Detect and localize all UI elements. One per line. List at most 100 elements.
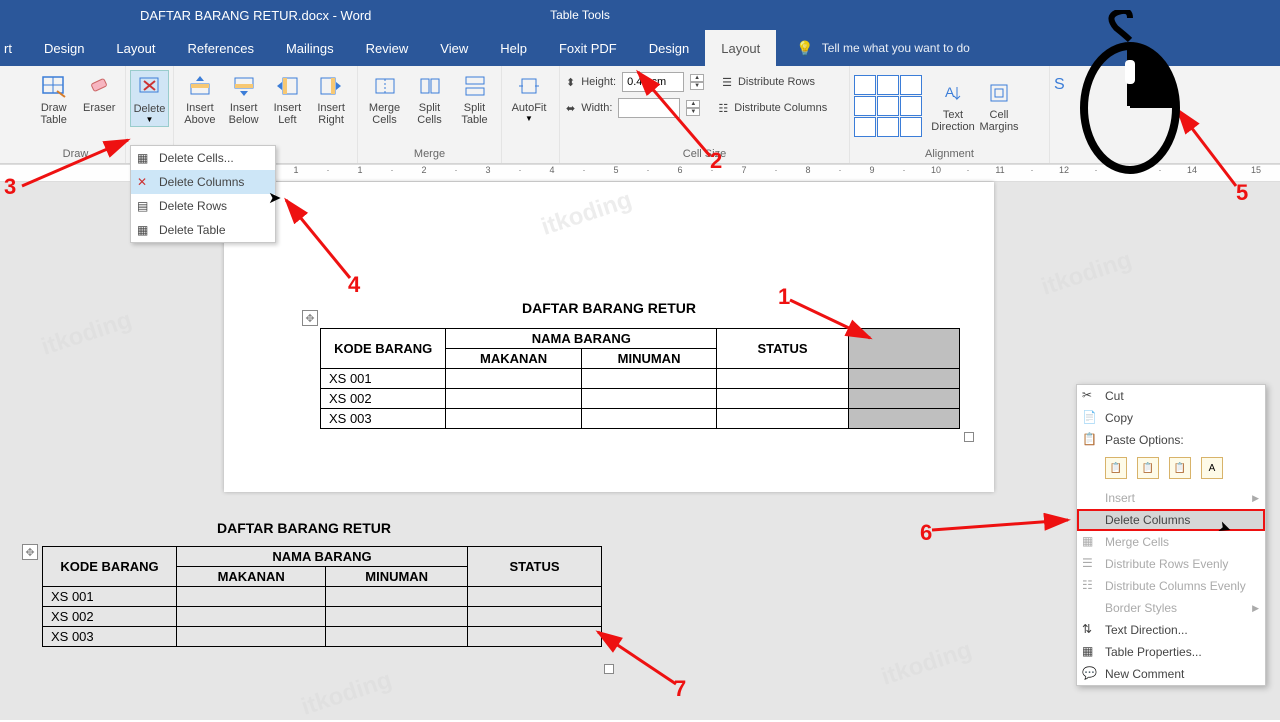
- context-menu: ✂Cut 📄Copy 📋Paste Options: 📋 📋 📋 A Inser…: [1076, 384, 1266, 686]
- document-title: DAFTAR BARANG RETUR.docx - Word: [140, 8, 371, 23]
- table-row: XS 003: [43, 627, 602, 647]
- delete-rows-icon: ▤: [137, 199, 151, 213]
- table2-move-handle[interactable]: ✥: [22, 544, 38, 560]
- table-row: XS 001: [321, 369, 960, 389]
- text-direction-button[interactable]: AText Direction: [930, 77, 976, 135]
- merge-cells-icon: [371, 72, 399, 100]
- delete-cells-icon: ▦: [137, 151, 151, 165]
- table-row: KODE BARANG NAMA BARANG STATUS: [43, 547, 602, 567]
- table-row: XS 002: [321, 389, 960, 409]
- context-copy[interactable]: 📄Copy: [1077, 407, 1265, 429]
- table-resize-handle[interactable]: [964, 432, 974, 442]
- alignment-grid[interactable]: [854, 75, 922, 137]
- header-nama[interactable]: NAMA BARANG: [446, 329, 717, 349]
- width-label: Width:: [581, 102, 612, 114]
- context-text-direction[interactable]: ⇅Text Direction...: [1077, 619, 1265, 641]
- delete-cells-item[interactable]: ▦Delete Cells...: [131, 146, 275, 170]
- table-props-icon: ▦: [1082, 644, 1098, 660]
- header-minuman[interactable]: MINUMAN: [581, 349, 716, 369]
- table-row: XS 002: [43, 607, 602, 627]
- context-insert[interactable]: Insert▶: [1077, 487, 1265, 509]
- paste-merge[interactable]: 📋: [1137, 457, 1159, 479]
- width-spinner[interactable]: ▲▼: [686, 100, 700, 116]
- tab-references[interactable]: References: [171, 30, 269, 66]
- cut-icon: ✂: [1082, 388, 1098, 404]
- tab-design[interactable]: Design: [28, 30, 100, 66]
- draw-table-button[interactable]: Draw Table: [30, 70, 77, 128]
- draw-table-icon: [40, 72, 68, 100]
- doc-heading-1: DAFTAR BARANG RETUR: [224, 300, 994, 316]
- annotation-7: 7: [674, 676, 686, 702]
- svg-text:A: A: [945, 84, 955, 100]
- table-row: XS 003: [321, 409, 960, 429]
- context-border-styles[interactable]: Border Styles▶: [1077, 597, 1265, 619]
- delete-table-icon: ▦: [137, 223, 151, 237]
- height-icon: ⬍: [566, 76, 575, 89]
- autofit-button[interactable]: AutoFit▼: [506, 70, 552, 125]
- distribute-rows-button[interactable]: Distribute Rows: [738, 76, 815, 88]
- tab-foxit[interactable]: Foxit PDF: [543, 30, 633, 66]
- insert-right-button[interactable]: Insert Right: [309, 70, 353, 128]
- insert-below-button[interactable]: Insert Below: [222, 70, 266, 128]
- split-cells-button[interactable]: Split Cells: [407, 70, 452, 128]
- delete-table-item[interactable]: ▦Delete Table: [131, 218, 275, 242]
- delete-columns-item[interactable]: ✕Delete Columns: [131, 170, 275, 194]
- result-area: DAFTAR BARANG RETUR ✥ KODE BARANG NAMA B…: [24, 520, 602, 647]
- context-table-properties[interactable]: ▦Table Properties...: [1077, 641, 1265, 663]
- context-dist-rows[interactable]: ☰Distribute Rows Evenly: [1077, 553, 1265, 575]
- tab-help[interactable]: Help: [484, 30, 543, 66]
- tell-me-search[interactable]: 💡 Tell me what you want to do: [796, 30, 970, 66]
- tab-table-layout[interactable]: Layout: [705, 30, 776, 66]
- merge-group-label: Merge: [358, 146, 501, 163]
- height-input[interactable]: [622, 72, 684, 92]
- delete-button[interactable]: Delete ▼: [130, 70, 169, 127]
- width-input[interactable]: [618, 98, 680, 118]
- chevron-right-icon: ▶: [1252, 603, 1259, 614]
- dist-cols-icon: ☷: [718, 102, 728, 115]
- context-delete-columns[interactable]: Delete Columns: [1077, 509, 1265, 531]
- eraser-button[interactable]: Eraser: [77, 70, 121, 116]
- cell-margins-button[interactable]: Cell Margins: [976, 77, 1022, 135]
- tab-review[interactable]: Review: [350, 30, 425, 66]
- delete-rows-item[interactable]: ▤Delete Rows: [131, 194, 275, 218]
- header-makanan[interactable]: MAKANAN: [446, 349, 581, 369]
- paste-keep-source[interactable]: 📋: [1105, 457, 1127, 479]
- split-table-button[interactable]: Split Table: [452, 70, 497, 128]
- context-new-comment[interactable]: 💬New Comment: [1077, 663, 1265, 685]
- header-kode[interactable]: KODE BARANG: [321, 329, 446, 369]
- cell-margins-icon: [985, 79, 1013, 107]
- distribute-columns-button[interactable]: Distribute Columns: [734, 102, 827, 114]
- tab-view[interactable]: View: [424, 30, 484, 66]
- tab-mailings[interactable]: Mailings: [270, 30, 350, 66]
- paste-text-only[interactable]: A: [1201, 457, 1223, 479]
- table-2[interactable]: KODE BARANG NAMA BARANG STATUS MAKANAN M…: [42, 546, 602, 647]
- annotation-3: 3: [4, 174, 16, 200]
- insert-above-button[interactable]: Insert Above: [178, 70, 222, 128]
- eraser-icon: [85, 72, 113, 100]
- context-dist-cols[interactable]: ☷Distribute Columns Evenly: [1077, 575, 1265, 597]
- annotation-2: 2: [710, 148, 722, 174]
- copy-icon: 📄: [1082, 410, 1098, 426]
- table-1[interactable]: KODE BARANG NAMA BARANG STATUS MAKANAN M…: [320, 328, 960, 429]
- tab-table-design[interactable]: Design: [633, 30, 705, 66]
- height-label: Height:: [581, 76, 616, 88]
- context-cut[interactable]: ✂Cut: [1077, 385, 1265, 407]
- page: DAFTAR BARANG RETUR ✥ KODE BARANG NAMA B…: [224, 182, 994, 492]
- header-status[interactable]: STATUS: [717, 329, 848, 369]
- chevron-right-icon: ▶: [1252, 493, 1259, 504]
- merge-cells-button[interactable]: Merge Cells: [362, 70, 407, 128]
- header-empty-selected[interactable]: [848, 329, 959, 369]
- context-merge-cells[interactable]: ▦Merge Cells: [1077, 531, 1265, 553]
- table2-resize-handle[interactable]: [604, 664, 614, 674]
- tab-rt[interactable]: rt: [0, 30, 28, 66]
- delete-columns-icon: ✕: [137, 175, 151, 189]
- insert-left-button[interactable]: Insert Left: [266, 70, 310, 128]
- height-spinner[interactable]: ▲▼: [690, 74, 704, 90]
- paste-picture[interactable]: 📋: [1169, 457, 1191, 479]
- draw-group-label: Draw: [26, 146, 125, 163]
- table-move-handle[interactable]: ✥: [302, 310, 318, 326]
- annotation-5: 5: [1236, 180, 1248, 206]
- merge-icon: ▦: [1082, 534, 1098, 550]
- tab-layout[interactable]: Layout: [100, 30, 171, 66]
- width-icon: ⬌: [566, 102, 575, 115]
